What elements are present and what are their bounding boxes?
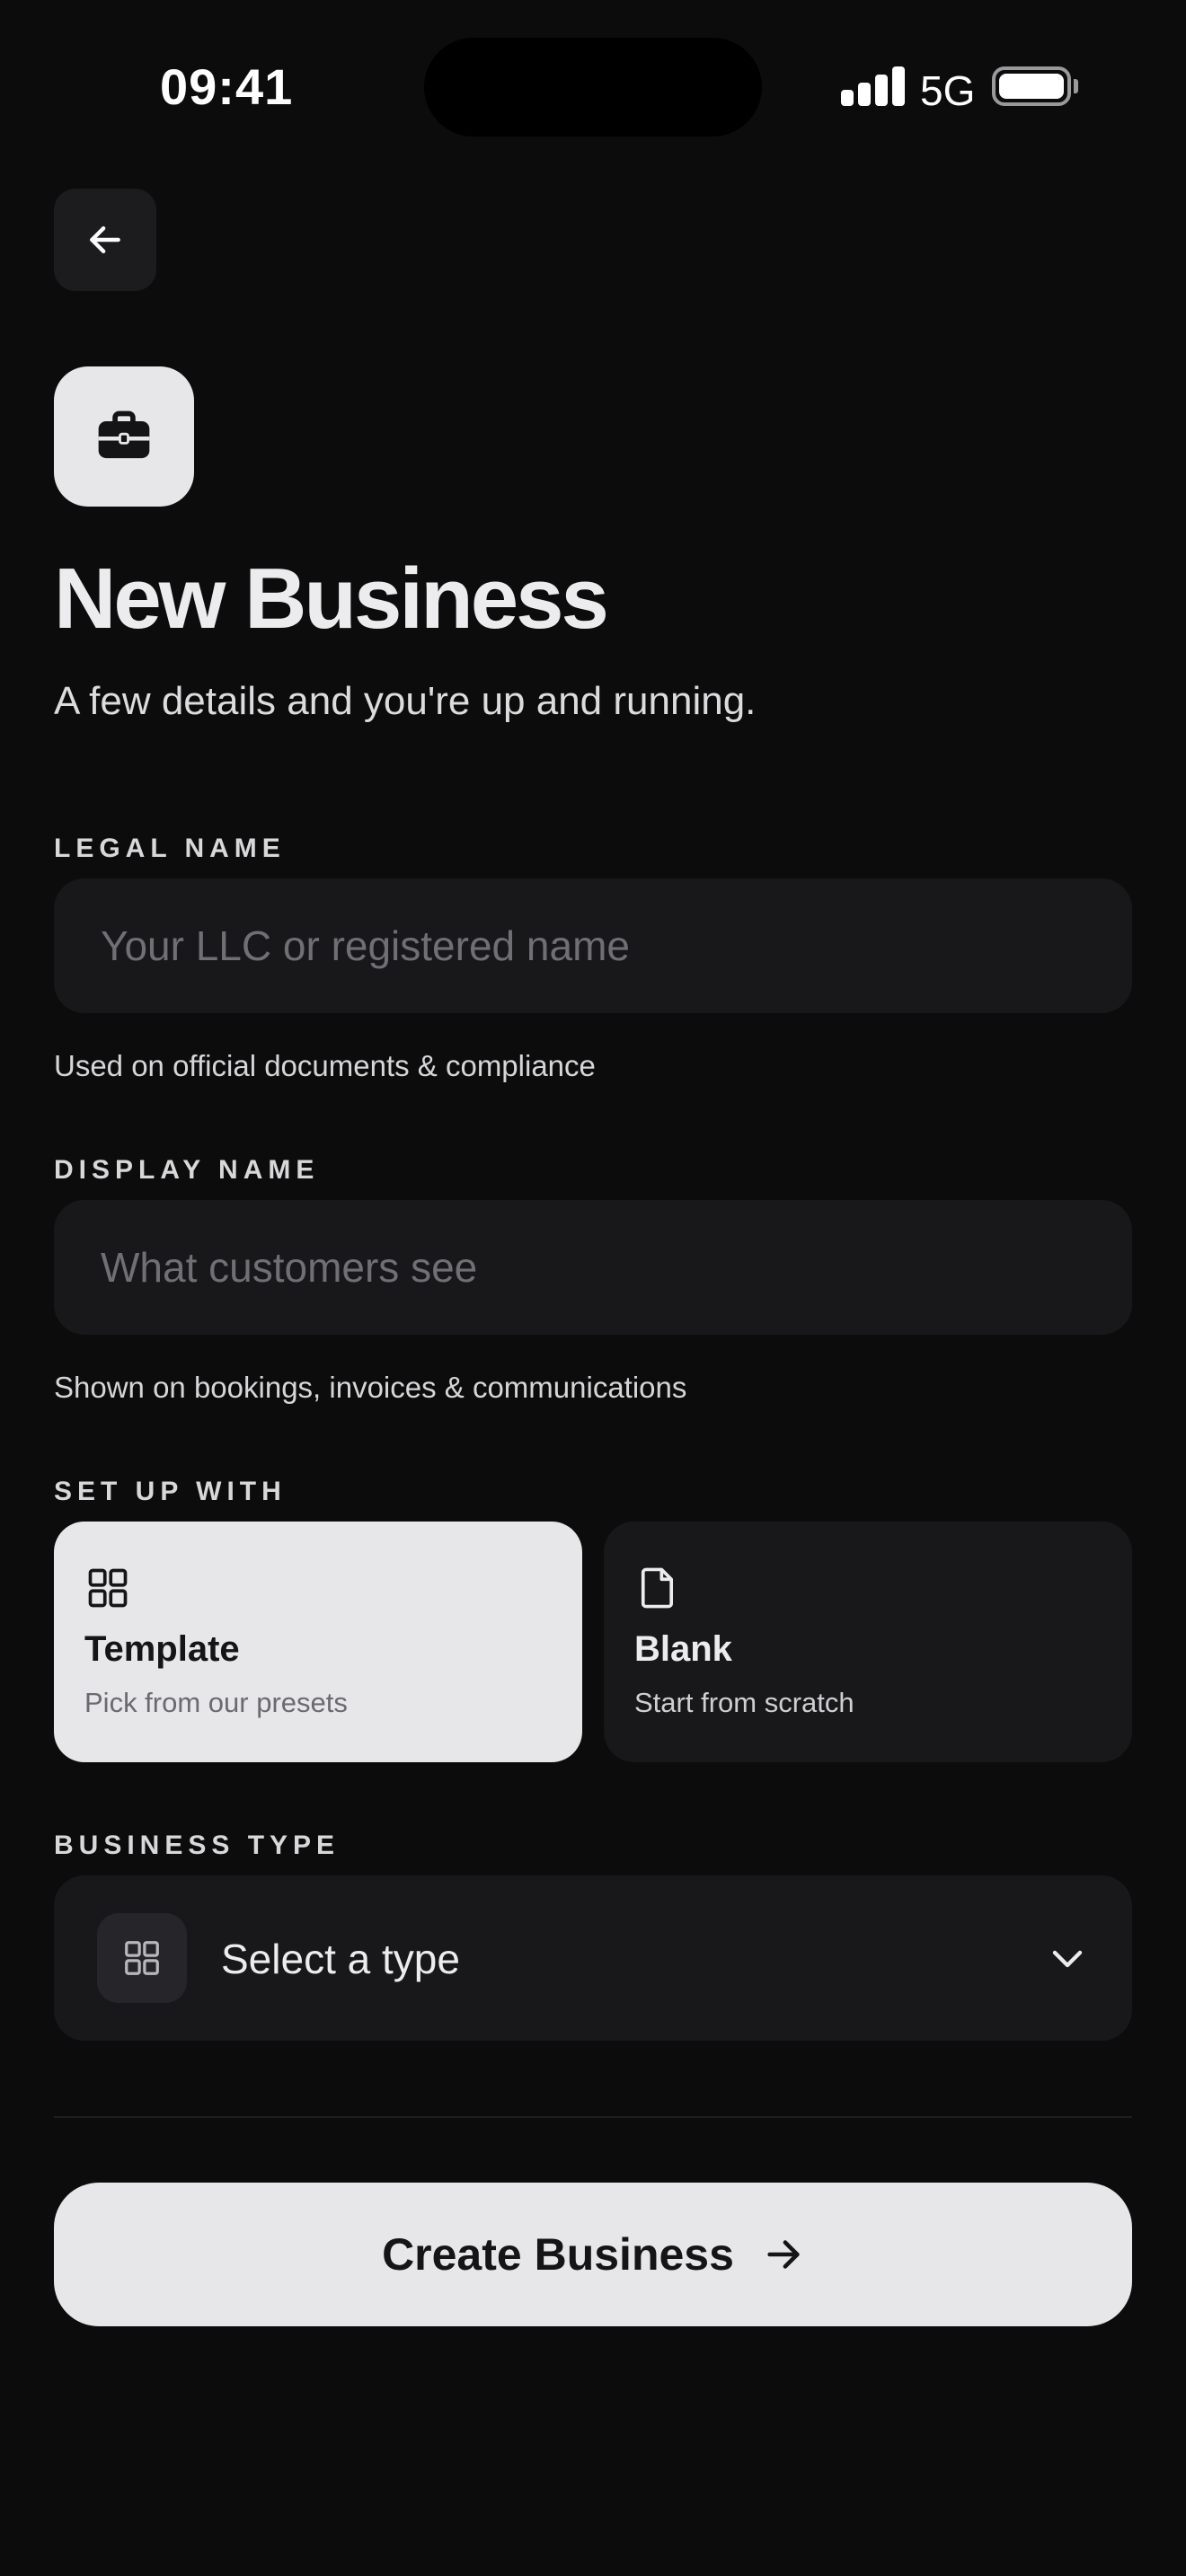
setup-option-blank[interactable]: Blank Start from scratch	[604, 1522, 1132, 1762]
signal-icon	[841, 66, 905, 106]
business-icon-tile	[54, 366, 194, 507]
document-icon	[641, 1567, 674, 1609]
legal-name-helper: Used on official documents & compliance	[54, 1049, 596, 1082]
setup-label: SET UP WITH	[54, 1477, 287, 1506]
dynamic-island	[424, 38, 762, 137]
setup-option-template[interactable]: Template Pick from our presets	[54, 1522, 582, 1762]
setup-option-title: Template	[84, 1629, 240, 1669]
legal-name-label: LEGAL NAME	[54, 834, 286, 863]
display-name-helper: Shown on bookings, invoices & communicat…	[54, 1371, 687, 1404]
status-time: 09:41	[160, 58, 294, 115]
network-type: 5G	[920, 67, 976, 114]
page-subtitle: A few details and you're up and running.	[54, 679, 757, 723]
display-name-label: DISPLAY NAME	[54, 1155, 320, 1185]
divider	[54, 2116, 1132, 2118]
briefcase-icon	[98, 410, 150, 459]
grid-icon	[125, 1941, 159, 1975]
display-name-input[interactable]	[54, 1200, 1132, 1335]
arrow-left-icon	[90, 225, 120, 254]
back-button[interactable]	[54, 189, 156, 291]
battery-icon	[992, 66, 1071, 106]
create-business-button[interactable]: Create Business	[54, 2183, 1132, 2326]
new-business-screen: 09:41 5G New Business A few details and …	[0, 0, 1186, 2576]
setup-option-description: Pick from our presets	[84, 1687, 348, 1718]
grid-icon	[88, 1568, 128, 1608]
create-business-label: Create Business	[382, 2229, 734, 2280]
setup-option-description: Start from scratch	[634, 1687, 854, 1718]
business-type-value: Select a type	[221, 1936, 460, 1982]
business-type-select[interactable]: Select a type	[54, 1875, 1132, 2041]
setup-option-title: Blank	[634, 1629, 732, 1669]
page-title: New Business	[54, 551, 609, 647]
business-type-label: BUSINESS TYPE	[54, 1831, 341, 1860]
chevron-down-icon	[1052, 1950, 1083, 1968]
arrow-right-icon	[767, 2240, 800, 2269]
battery-tip	[1074, 79, 1078, 93]
business-type-icon-tile	[97, 1913, 187, 2003]
legal-name-input[interactable]	[54, 878, 1132, 1013]
